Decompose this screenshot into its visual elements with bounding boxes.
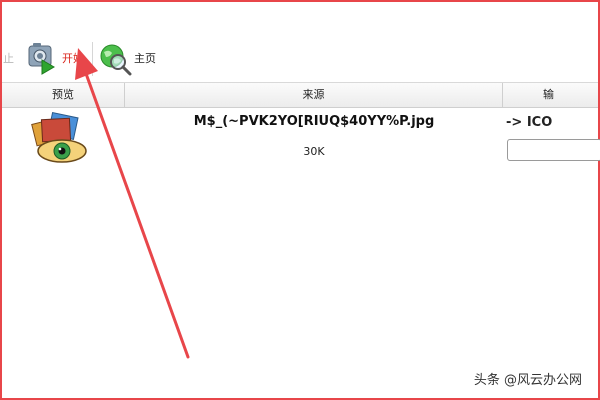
- column-header-source[interactable]: 来源: [125, 83, 502, 107]
- start-icon: [28, 43, 55, 75]
- file-size: 30K: [303, 145, 325, 158]
- toolbar-separator: [92, 42, 93, 76]
- toolbar: 止 开始 主页: [2, 30, 598, 82]
- source-filename: M$_(~PVK2YO[RIUQ$40YY%P.jpg: [193, 114, 435, 129]
- output-filename-input[interactable]: [507, 139, 600, 161]
- home-label: 主页: [134, 52, 156, 65]
- table-row[interactable]: M$_(~PVK2YO[RIUQ$40YY%P.jpg 30K -> ICO: [2, 107, 600, 177]
- home-button[interactable]: 主页: [98, 42, 162, 78]
- start-button[interactable]: 开始: [24, 43, 86, 78]
- stop-label: 止: [3, 52, 14, 65]
- output-format: -> ICO: [506, 115, 553, 130]
- column-header-output[interactable]: 输: [503, 83, 598, 107]
- globe-magnifier-icon: [100, 44, 132, 76]
- table-header: 预览 来源 输: [2, 82, 598, 108]
- watermark-text: 头条 @风云办公网: [473, 373, 582, 388]
- start-label: 开始: [62, 52, 84, 65]
- image-preview-thumbnail: [31, 111, 87, 163]
- column-header-preview[interactable]: 预览: [2, 83, 124, 107]
- watermark: 头条 @风云办公网: [474, 369, 582, 388]
